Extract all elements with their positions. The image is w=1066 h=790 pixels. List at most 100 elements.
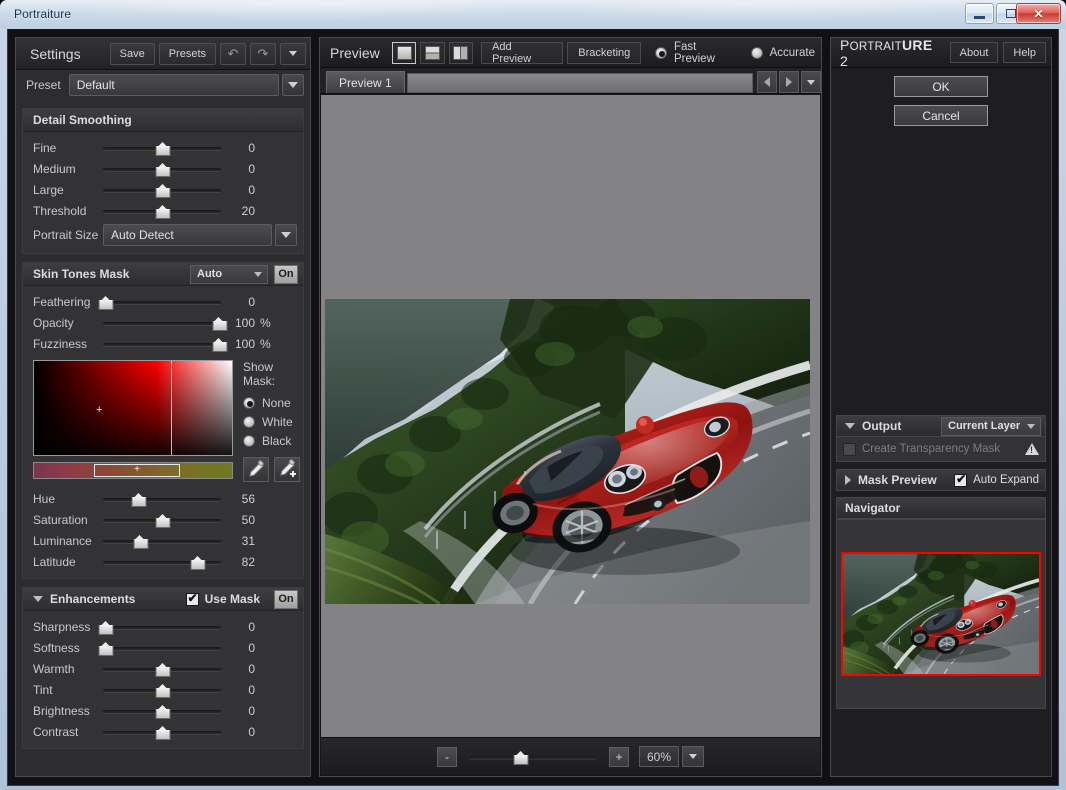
collapse-chevron-down-icon[interactable] — [845, 423, 855, 429]
zoom-level-chevron-down-icon[interactable] — [682, 746, 704, 767]
slider-tint[interactable] — [103, 681, 221, 699]
auto-expand-checkbox[interactable] — [954, 472, 968, 487]
preview-mode-single-pane-button[interactable] — [391, 41, 417, 64]
save-button[interactable]: Save — [109, 42, 155, 65]
tab-prev-button[interactable] — [757, 71, 777, 93]
undo-icon[interactable]: ↶ — [220, 42, 246, 65]
show-mask-option-none[interactable]: None — [243, 393, 305, 412]
navigator-box[interactable] — [836, 519, 1046, 709]
tab-menu-button[interactable] — [801, 71, 821, 93]
hue-range-strip[interactable]: + — [33, 462, 233, 479]
preset-chevron-down-icon[interactable] — [282, 74, 304, 96]
portrait-size-chevron-down-icon[interactable] — [275, 224, 297, 246]
navigator-title: Navigator — [845, 501, 901, 515]
slider-fuzziness[interactable] — [103, 335, 228, 353]
slider-large[interactable] — [103, 181, 221, 199]
slider-latitude[interactable] — [103, 553, 221, 571]
slider-opacity[interactable] — [103, 314, 228, 332]
slider-thumb[interactable] — [98, 620, 114, 635]
slider-thumb[interactable] — [155, 662, 171, 677]
tab-next-button[interactable] — [779, 71, 799, 93]
picker-crosshair-icon: + — [96, 404, 103, 416]
expand-chevron-right-icon[interactable] — [845, 475, 851, 485]
slider-hue[interactable] — [103, 490, 221, 508]
about-button[interactable]: About — [949, 42, 999, 63]
slider-thumb[interactable] — [155, 141, 171, 156]
slider-thumb[interactable] — [155, 513, 171, 528]
slider-thumb[interactable] — [155, 204, 171, 219]
slider-thumb[interactable] — [155, 704, 171, 719]
output-header[interactable]: Output Current Layer — [836, 415, 1046, 437]
zoom-in-button[interactable]: + — [609, 746, 629, 767]
portrait-size-label: Portrait Size — [33, 228, 99, 242]
preset-select[interactable]: Default — [68, 74, 279, 96]
slider-thumb[interactable] — [513, 750, 529, 765]
output-target-select[interactable]: Current Layer — [941, 416, 1041, 436]
ok-button[interactable]: OK — [894, 76, 988, 97]
eyedropper-button[interactable] — [243, 457, 269, 482]
slider-saturation[interactable] — [103, 511, 221, 529]
close-button[interactable]: ✕ — [1016, 3, 1061, 24]
slider-luminance[interactable] — [103, 532, 221, 550]
hue-range-selection[interactable]: + — [94, 464, 180, 477]
slider-thumb[interactable] — [155, 183, 171, 198]
slider-threshold[interactable] — [103, 202, 221, 220]
preview-canvas[interactable] — [321, 95, 820, 752]
quality-option-accurate[interactable]: Accurate — [750, 46, 815, 59]
application-window: Portraiture ✕ Settings Save Presets ↶ ↷ … — [0, 0, 1066, 790]
skin-tones-mode-select[interactable]: Auto — [190, 264, 268, 284]
slider-thumb[interactable] — [155, 725, 171, 740]
slider-fine[interactable] — [103, 139, 221, 157]
slider-thumb[interactable] — [212, 337, 228, 352]
slider-warmth[interactable] — [103, 660, 221, 678]
slider-softness[interactable] — [98, 639, 221, 657]
portrait-size-select[interactable]: Auto Detect — [103, 224, 272, 246]
help-button[interactable]: Help — [1003, 42, 1046, 63]
slider-thumb[interactable] — [131, 492, 147, 507]
slider-thumb[interactable] — [155, 162, 171, 177]
preview-image[interactable] — [325, 299, 810, 604]
redo-icon[interactable]: ↷ — [250, 42, 276, 65]
create-transparency-mask-checkbox[interactable] — [843, 442, 856, 456]
eyedropper-add-button[interactable] — [274, 457, 300, 482]
slider-sharpness[interactable] — [98, 618, 221, 636]
quality-option-fast-preview[interactable]: Fast Preview — [655, 41, 738, 65]
slider-thumb[interactable] — [133, 534, 149, 549]
zoom-level-value[interactable]: 60% — [639, 746, 679, 767]
bracketing-button[interactable]: Bracketing — [567, 41, 642, 64]
preview-mode-horizontal-split-button[interactable] — [420, 41, 445, 64]
settings-menu-chevron-down-icon[interactable] — [280, 42, 306, 65]
slider-track — [103, 646, 221, 650]
enhancements-header[interactable]: Enhancements Use Mask On — [23, 588, 303, 611]
tab-preview-1[interactable]: Preview 1 — [326, 71, 405, 93]
slider-brightness[interactable] — [103, 702, 221, 720]
presets-button[interactable]: Presets — [158, 42, 216, 65]
navigator-thumbnail[interactable] — [841, 552, 1041, 676]
cancel-button[interactable]: Cancel — [894, 105, 988, 126]
slider-thumb[interactable] — [190, 555, 206, 570]
slider-thumb[interactable] — [212, 316, 228, 331]
slider-label-fine: Fine — [33, 140, 57, 155]
zoom-slider[interactable] — [469, 748, 597, 766]
slider-thumb[interactable] — [98, 295, 114, 310]
collapse-chevron-down-icon[interactable] — [33, 596, 43, 602]
slider-thumb[interactable] — [155, 683, 171, 698]
slider-medium[interactable] — [103, 160, 221, 178]
saturation-value-picker[interactable]: + — [33, 360, 233, 456]
mask-preview-header[interactable]: Mask Preview Auto Expand — [836, 469, 1046, 491]
slider-label-warmth: Warmth — [33, 661, 75, 676]
preview-mode-vertical-split-button[interactable] — [448, 41, 474, 64]
use-mask-checkbox[interactable] — [185, 591, 199, 606]
show-mask-label-none: None — [262, 395, 291, 410]
slider-feathering[interactable] — [98, 293, 221, 311]
minimize-button[interactable] — [965, 3, 994, 24]
show-mask-option-white[interactable]: White — [243, 412, 305, 431]
slider-thumb[interactable] — [98, 641, 114, 656]
skin-tones-mask-toggle[interactable]: On — [274, 264, 298, 284]
zoom-out-button[interactable]: - — [437, 746, 457, 767]
enhancements-toggle[interactable]: On — [274, 589, 298, 609]
add-preview-button[interactable]: Add Preview — [481, 41, 564, 65]
slider-row-luminance: Luminance 31 — [23, 530, 303, 551]
slider-contrast[interactable] — [103, 723, 221, 741]
show-mask-option-black[interactable]: Black — [243, 431, 305, 450]
